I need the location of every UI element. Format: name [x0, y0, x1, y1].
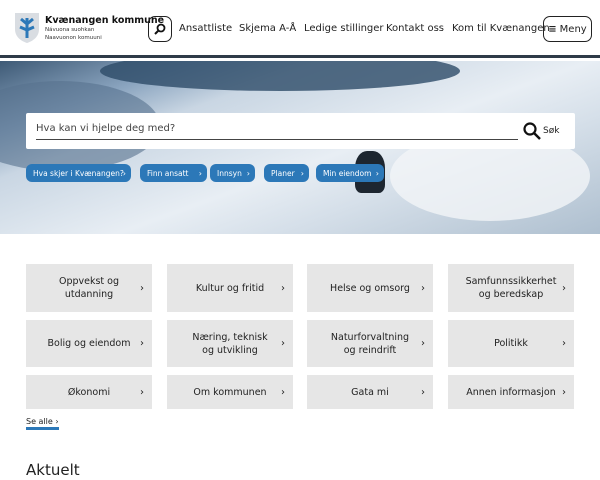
site-title: Kvænangen kommune: [45, 15, 165, 26]
news-heading: Aktuelt: [26, 461, 80, 479]
topic-tile[interactable]: Bolig og eiendom ›: [26, 320, 152, 367]
topic-tile[interactable]: Annen informasjon ›: [448, 375, 574, 409]
tile-label: Oppvekst og utdanning: [58, 276, 120, 300]
tile-label: Økonomi: [67, 386, 111, 398]
search-button[interactable]: [148, 16, 172, 42]
tile-label: Helse og omsorg: [330, 282, 410, 294]
topic-tile[interactable]: Samfunnssikkerhet og beredskap ›: [448, 264, 574, 312]
chip-label: Hva skjer i Kvænangen?: [33, 168, 124, 178]
tile-label: Næring, teknisk og utvikling: [192, 331, 268, 356]
topic-tile[interactable]: Helse og omsorg ›: [307, 264, 433, 312]
chip-label: Planer: [271, 168, 295, 178]
search-icon[interactable]: [523, 122, 541, 140]
chip-label: Finn ansatt: [147, 168, 189, 178]
quick-link-innsyn[interactable]: Innsyn ›: [210, 164, 255, 182]
tile-label: Om kommunen: [193, 386, 267, 398]
chevron-right-icon: ›: [122, 168, 126, 178]
topic-tile[interactable]: Kultur og fritid ›: [167, 264, 293, 312]
see-all-link[interactable]: Se alle ›: [26, 417, 59, 430]
tile-label: Samfunnssikkerhet og beredskap: [465, 276, 557, 300]
nav-ansattliste[interactable]: Ansattliste: [179, 23, 232, 34]
chevron-right-icon: ›: [562, 282, 566, 294]
chevron-right-icon: ›: [562, 338, 566, 349]
menu-button[interactable]: ≡ Meny: [543, 16, 592, 42]
topic-tile[interactable]: Naturforvaltning og reindrift ›: [307, 320, 433, 367]
chevron-right-icon: ›: [281, 386, 285, 398]
chevron-right-icon: ›: [281, 338, 285, 349]
topic-tile[interactable]: Om kommunen ›: [167, 375, 293, 409]
search-input[interactable]: Hva kan vi hjelpe deg med?: [36, 123, 518, 140]
topic-tile[interactable]: Gata mi ›: [307, 375, 433, 409]
chevron-right-icon: ›: [562, 386, 566, 398]
tile-label: Naturforvaltning og reindrift: [330, 331, 410, 356]
topic-tile[interactable]: Økonomi ›: [26, 375, 152, 409]
topic-tile[interactable]: Næring, teknisk og utvikling ›: [167, 320, 293, 367]
quick-link-min-eiendom[interactable]: Min eiendom ›: [316, 164, 384, 182]
tile-label: Annen informasjon: [466, 386, 556, 398]
coat-of-arms-logo[interactable]: [14, 12, 40, 44]
site-subtitle-kven: Naavuonon komuuni: [45, 35, 102, 41]
chevron-right-icon: ›: [421, 338, 425, 349]
site-subtitle-sami: Návuona suohkan: [45, 27, 95, 33]
menu-label: Meny: [559, 23, 587, 35]
chevron-right-icon: ›: [140, 338, 144, 349]
quick-link-finn-ansatt[interactable]: Finn ansatt ›: [140, 164, 207, 182]
search-icon: [154, 23, 166, 35]
tile-label: Politikk: [494, 338, 528, 349]
chevron-right-icon: ›: [140, 282, 144, 294]
search-submit-button[interactable]: Søk: [543, 126, 559, 136]
chevron-right-icon: ›: [140, 386, 144, 398]
chevron-right-icon: ›: [300, 168, 304, 178]
brand[interactable]: Kvænangen kommune Návuona suohkan Naavuo…: [45, 15, 164, 42]
chevron-right-icon: ›: [421, 282, 425, 294]
chevron-right-icon: ›: [421, 386, 425, 398]
chevron-right-icon: ›: [375, 168, 379, 178]
search-box: Hva kan vi hjelpe deg med? Søk: [26, 113, 575, 149]
chevron-right-icon: ›: [198, 168, 202, 178]
topic-tile[interactable]: Politikk ›: [448, 320, 574, 367]
chip-label: Min eiendom: [323, 168, 372, 178]
topic-tile[interactable]: Oppvekst og utdanning ›: [26, 264, 152, 312]
chevron-right-icon: ›: [246, 168, 250, 178]
nav-ledige-stillinger[interactable]: Ledige stillinger: [304, 23, 384, 34]
tile-label: Gata mi: [351, 386, 389, 398]
chevron-right-icon: ›: [281, 282, 285, 294]
hamburger-icon: ≡: [548, 23, 557, 35]
nav-kom-til-kvaenangen[interactable]: Kom til Kvænangen: [452, 23, 550, 34]
tile-label: Kultur og fritid: [195, 282, 265, 294]
tile-label: Bolig og eiendom: [47, 338, 131, 349]
site-header: Kvænangen kommune Návuona suohkan Naavuo…: [0, 0, 600, 58]
quick-link-planer[interactable]: Planer ›: [264, 164, 309, 182]
quick-link-hva-skjer[interactable]: Hva skjer i Kvænangen? ›: [26, 164, 131, 182]
nav-skjema[interactable]: Skjema A-Å: [239, 23, 296, 34]
nav-kontakt-oss[interactable]: Kontakt oss: [386, 23, 444, 34]
chip-label: Innsyn: [217, 168, 242, 178]
